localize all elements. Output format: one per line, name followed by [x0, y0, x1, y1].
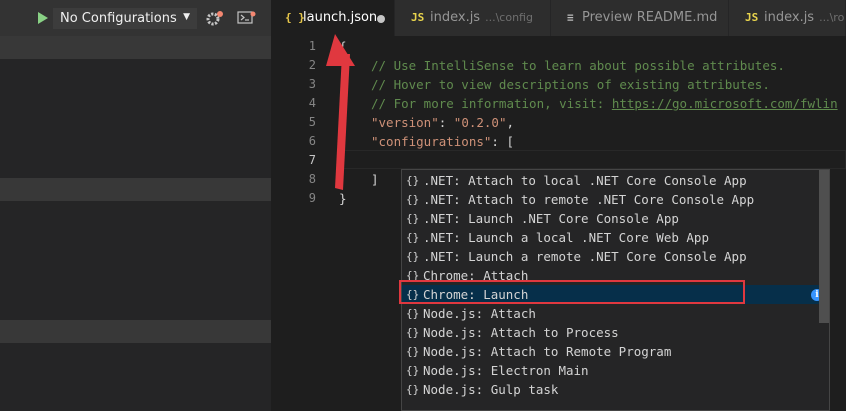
line-number: 3: [308, 77, 316, 91]
suggestion-item[interactable]: {} .NET: Attach to local .NET Core Consol…: [402, 171, 820, 190]
json-file-icon: { }: [285, 11, 305, 24]
watch-section-header[interactable]: [0, 178, 271, 201]
suggestion-label: Node.js: Gulp task: [423, 382, 559, 397]
suggestion-item[interactable]: {} .NET: Launch a local .NET Core Web App: [402, 228, 820, 247]
code-line: // For more information, visit: https://…: [371, 94, 838, 113]
code-comment: // For more information, visit:: [371, 96, 612, 111]
tab-launch-json[interactable]: { } launch.json: [271, 0, 395, 36]
tab-label: index.js: [430, 10, 481, 25]
suggestion-label: Node.js: Attach: [423, 306, 536, 321]
snippet-icon: {}: [406, 174, 420, 187]
tab-path: ...\config: [485, 11, 533, 24]
code-comment: // Use IntelliSense to learn about possi…: [371, 58, 785, 73]
line-number: 4: [308, 96, 316, 110]
snippet-icon: {}: [406, 326, 420, 339]
suggestion-item[interactable]: {} .NET: Attach to remote .NET Core Conso…: [402, 190, 820, 209]
snippet-icon: {}: [406, 231, 420, 244]
code-line: "configurations": [: [371, 132, 514, 151]
play-icon[interactable]: [38, 12, 48, 24]
suggestion-scrollbar[interactable]: [819, 170, 829, 323]
suggestion-item[interactable]: {} .NET: Launch .NET Core Console App: [402, 209, 820, 228]
configuration-select[interactable]: No Configurations ▼: [53, 8, 197, 29]
javascript-file-icon: JS: [411, 11, 425, 24]
line-number: 8: [308, 172, 316, 186]
suggestion-item[interactable]: {} Node.js: Attach to Remote Program: [402, 342, 820, 361]
javascript-file-icon: JS: [745, 11, 759, 24]
tab-label: launch.json: [303, 10, 378, 25]
suggestion-label: Node.js: Attach to Remote Program: [423, 344, 672, 359]
editor-tab-bar: { } launch.json JS index.js ...\config ≡ …: [271, 0, 846, 36]
tab-label: index.js: [764, 10, 815, 25]
variables-section-header[interactable]: [0, 36, 271, 59]
suggestion-label: .NET: Attach to local .NET Core Console …: [423, 173, 747, 188]
preview-icon: ≡: [567, 11, 574, 24]
line-number: 9: [308, 191, 316, 205]
code-line: }: [339, 191, 347, 206]
tab-index-js-config[interactable]: JS index.js ...\config: [395, 0, 551, 36]
suggestion-label: Node.js: Attach to Process: [423, 325, 619, 340]
snippet-icon: {}: [406, 383, 420, 396]
tab-path: ...\rout: [819, 11, 845, 24]
configuration-label: No Configurations: [60, 11, 177, 26]
call-stack-section-header[interactable]: [0, 320, 271, 343]
snippet-icon: {}: [406, 364, 420, 377]
punctuation: ,: [506, 115, 515, 130]
line-number: 6: [308, 134, 316, 148]
snippet-icon: {}: [406, 345, 420, 358]
gear-icon[interactable]: [205, 9, 225, 27]
line-number: 7: [308, 153, 316, 167]
suggestion-label: .NET: Launch a remote .NET Core Console …: [423, 249, 747, 264]
annotation-highlight-box: [399, 280, 745, 304]
snippet-icon: {}: [406, 193, 420, 206]
code-line: ]: [371, 172, 379, 187]
suggestion-label: .NET: Launch a local .NET Core Web App: [423, 230, 709, 245]
line-number: 2: [308, 58, 316, 72]
snippet-icon: {}: [406, 250, 420, 263]
line-number: 5: [308, 115, 316, 129]
json-value: "0.2.0": [453, 115, 507, 130]
debug-toolbar: No Configurations ▼: [0, 0, 271, 36]
punctuation: : [: [491, 134, 514, 149]
snippet-icon: {}: [406, 212, 420, 225]
code-line: {: [339, 39, 347, 54]
chevron-down-icon: ▼: [183, 12, 190, 22]
tab-index-js-routes[interactable]: JS index.js ...\rout: [729, 0, 846, 36]
tab-label: Preview README.md: [582, 10, 718, 25]
documentation-link[interactable]: https://go.microsoft.com/fwlin: [612, 96, 838, 111]
suggestion-label: Node.js: Electron Main: [423, 363, 589, 378]
unsaved-dot-icon[interactable]: [377, 15, 385, 23]
suggestion-label: .NET: Attach to remote .NET Core Console…: [423, 192, 755, 207]
suggestion-item[interactable]: {} Node.js: Attach to Process: [402, 323, 820, 342]
suggestion-item[interactable]: {} .NET: Launch a remote .NET Core Consol…: [402, 247, 820, 266]
tab-preview-readme[interactable]: ≡ Preview README.md: [551, 0, 729, 36]
code-line: "version": "0.2.0",: [371, 113, 514, 132]
suggestion-item[interactable]: {} Node.js: Attach: [402, 304, 820, 323]
json-key: "configurations": [371, 134, 492, 149]
current-line-highlight: [338, 150, 846, 169]
terminal-icon[interactable]: [236, 9, 256, 27]
code-comment: // Hover to view descriptions of existin…: [371, 77, 770, 92]
debug-sidebar: No Configurations ▼: [0, 0, 271, 411]
snippet-icon: {}: [406, 307, 420, 320]
punctuation: :: [438, 115, 454, 130]
suggestion-label: .NET: Launch .NET Core Console App: [423, 211, 679, 226]
suggestion-item[interactable]: {} Node.js: Gulp task: [402, 380, 820, 399]
line-number: 1: [308, 39, 316, 53]
suggestion-item[interactable]: {} Node.js: Electron Main: [402, 361, 820, 380]
json-key: "version": [371, 115, 439, 130]
